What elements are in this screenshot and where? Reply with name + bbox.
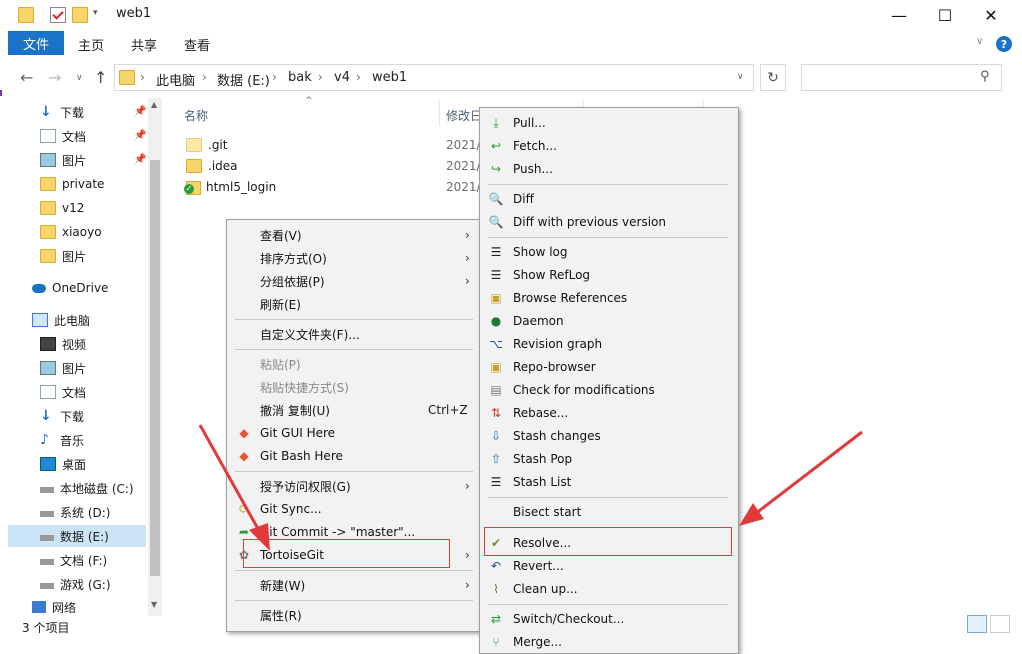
annotation-arrow-tortoisegit	[198, 424, 264, 537]
annotation-arrows	[198, 424, 863, 551]
annotation-arrowhead-resolve	[739, 503, 764, 526]
annotation-arrowhead-tortoisegit	[249, 523, 270, 551]
annotation-arrow-resolve	[754, 430, 863, 516]
